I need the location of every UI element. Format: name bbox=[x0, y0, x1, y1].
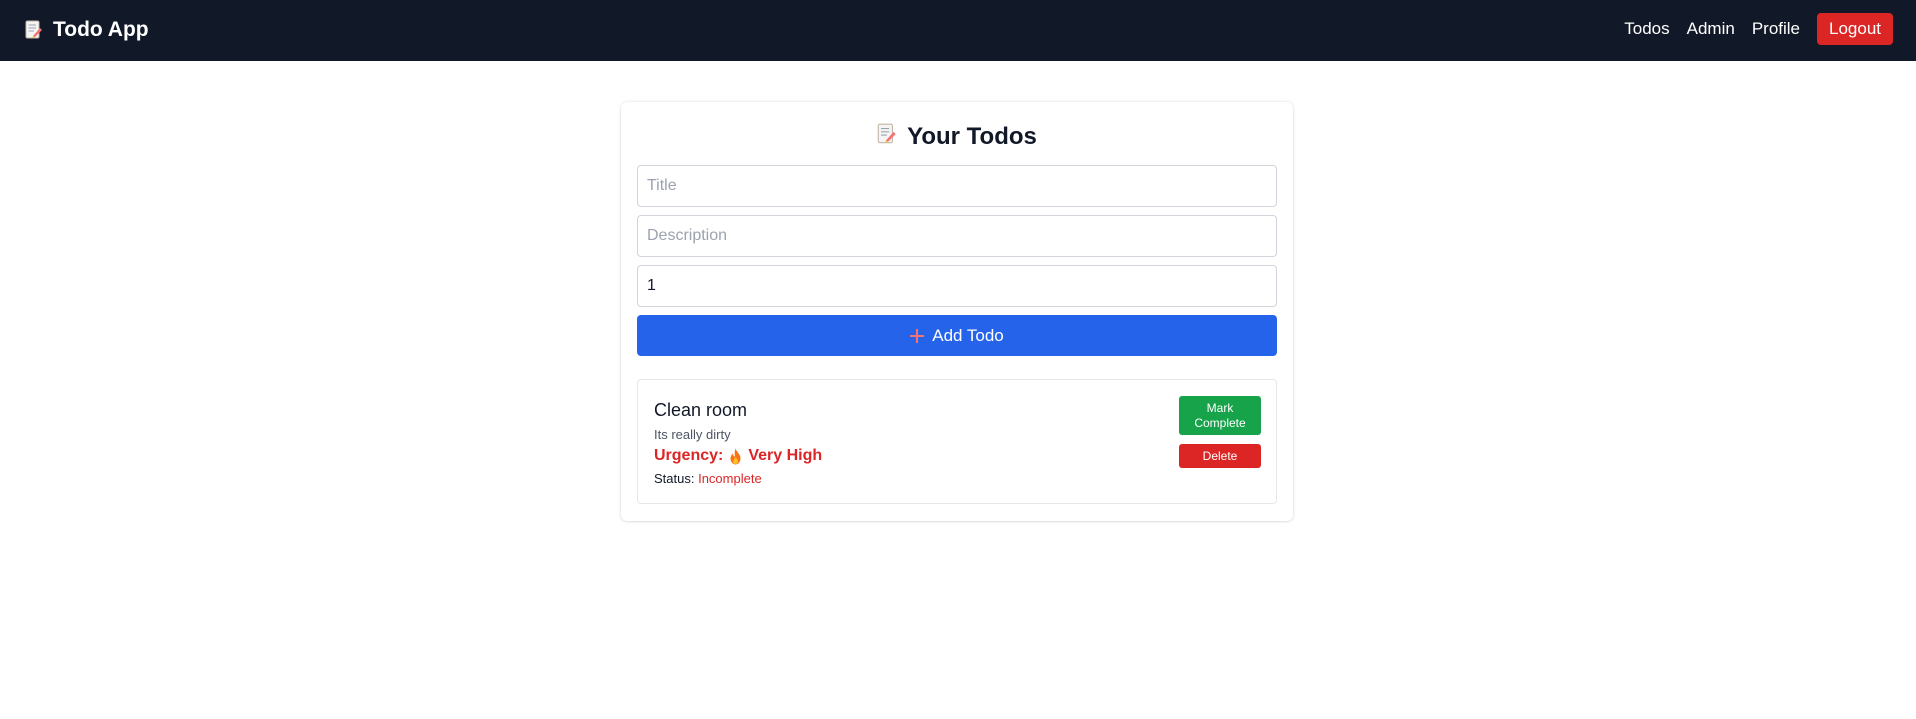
memo-icon bbox=[25, 19, 43, 41]
todos-card: Your Todos Add Todo Clean room Its reall… bbox=[621, 102, 1293, 521]
top-navbar: Todo App Todos Admin Profile Logout bbox=[0, 0, 1916, 61]
todo-description: Its really dirty bbox=[654, 427, 731, 442]
brand-label: Todo App bbox=[53, 18, 149, 41]
nav-links: Todos Admin Profile Logout bbox=[1624, 13, 1893, 45]
urgency-input[interactable] bbox=[637, 265, 1277, 307]
nav-link-admin[interactable]: Admin bbox=[1687, 19, 1735, 39]
title-input[interactable] bbox=[637, 165, 1277, 207]
description-input[interactable] bbox=[637, 215, 1277, 257]
fire-icon bbox=[729, 448, 742, 465]
brand[interactable]: Todo App bbox=[25, 17, 149, 43]
plus-icon bbox=[910, 328, 925, 343]
todo-urgency: Urgency: Very High bbox=[654, 447, 822, 465]
todo-status: Status: Incomplete bbox=[654, 471, 762, 486]
todo-title: Clean room bbox=[654, 400, 748, 420]
status-label: Status: bbox=[654, 471, 695, 486]
logout-button[interactable]: Logout bbox=[1817, 13, 1893, 45]
status-value: Incomplete bbox=[698, 471, 762, 486]
mark-complete-button[interactable]: Mark Complete bbox=[1179, 396, 1261, 435]
page-title-text: Your Todos bbox=[907, 123, 1037, 150]
delete-button[interactable]: Delete bbox=[1179, 444, 1261, 468]
memo-icon bbox=[877, 122, 897, 153]
urgency-value: Very High bbox=[748, 447, 823, 464]
add-todo-button[interactable]: Add Todo bbox=[637, 315, 1277, 356]
urgency-label: Urgency: bbox=[654, 447, 724, 464]
nav-link-todos[interactable]: Todos bbox=[1624, 19, 1669, 39]
add-todo-label: Add Todo bbox=[932, 325, 1004, 345]
page-title: Your Todos bbox=[621, 121, 1293, 153]
nav-link-profile[interactable]: Profile bbox=[1752, 19, 1800, 39]
todo-item: Clean room Its really dirty Urgency: Ver… bbox=[637, 379, 1277, 504]
